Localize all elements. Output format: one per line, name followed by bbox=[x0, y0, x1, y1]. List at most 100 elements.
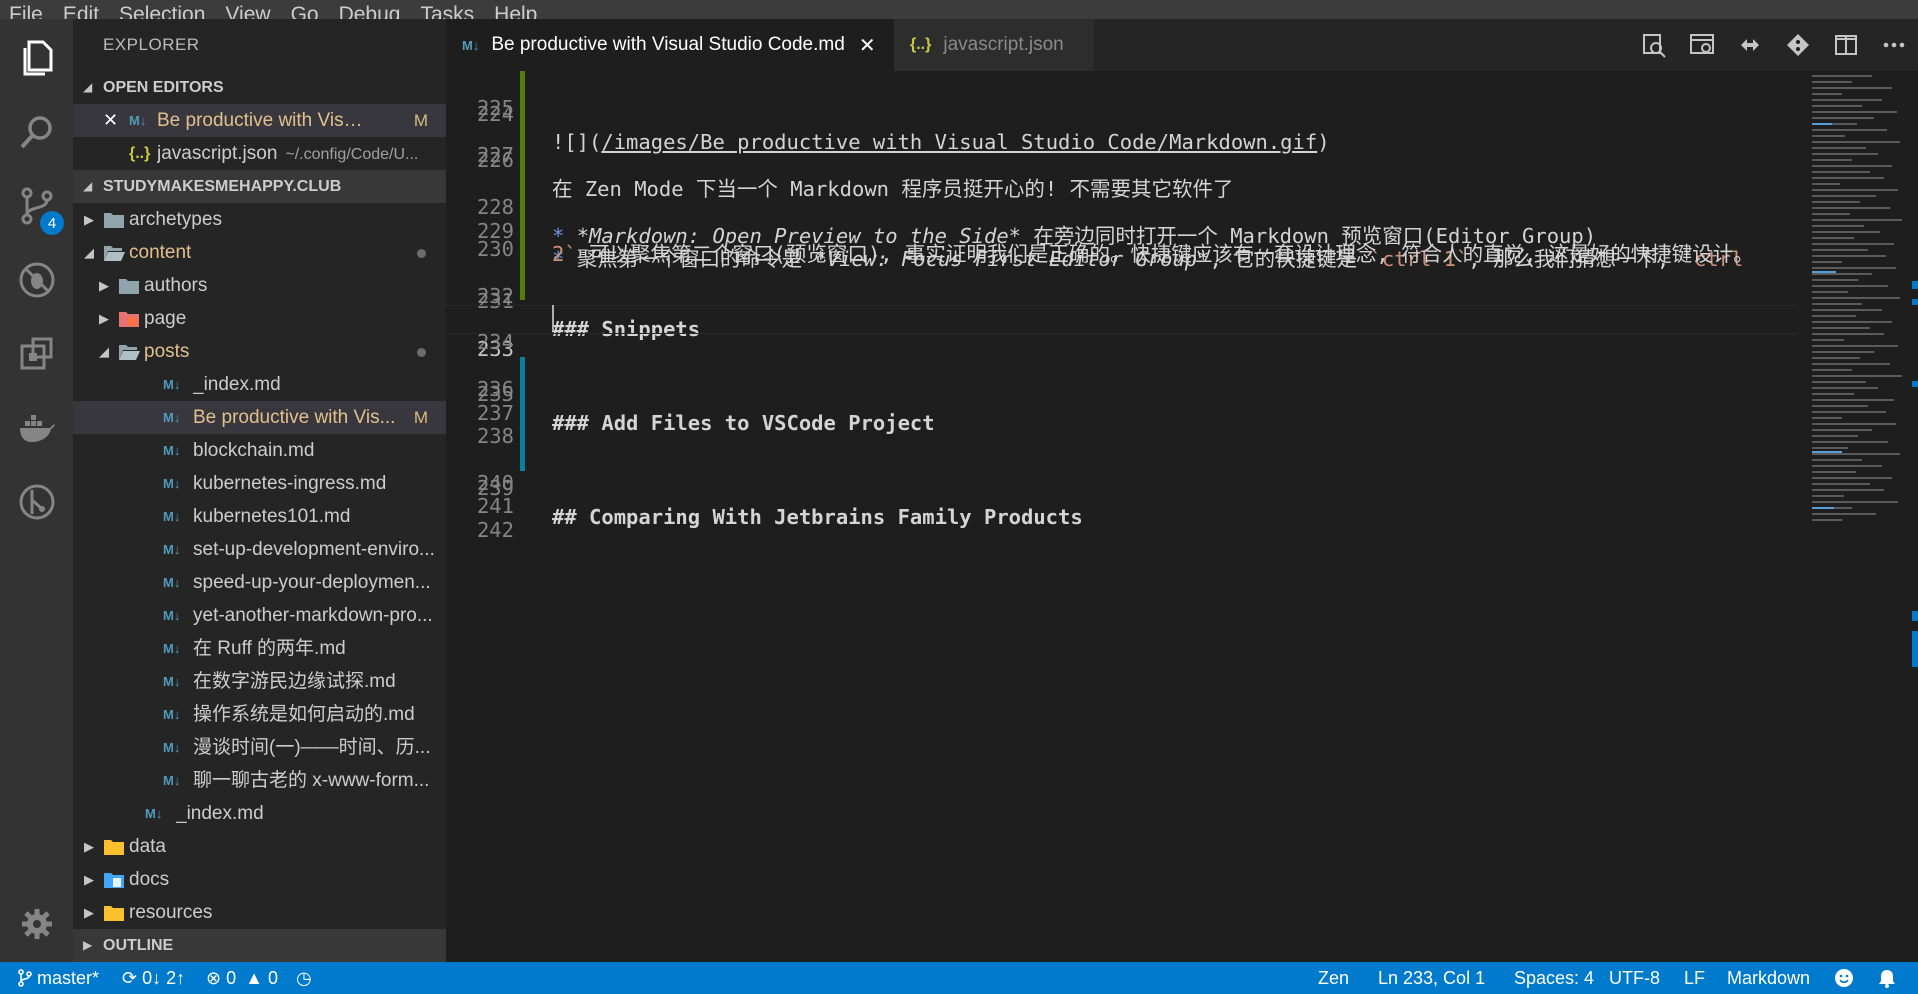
explorer-sidebar: EXPLORER ◢ OPEN EDITORS ✕ M↓ Be producti… bbox=[73, 19, 446, 962]
chevron-right-icon: ▶ bbox=[84, 872, 94, 887]
cursor-position[interactable]: Ln 233, Col 1 bbox=[1378, 962, 1485, 994]
error-icon: ⊗ bbox=[206, 968, 222, 988]
markdown-icon: M↓ bbox=[163, 476, 181, 491]
extensions-icon[interactable] bbox=[0, 319, 73, 389]
tree-file[interactable]: M↓ yet-another-markdown-pro... bbox=[73, 599, 446, 632]
tree-file[interactable]: M↓ _index.md bbox=[73, 368, 446, 401]
markdown-icon: M↓ bbox=[163, 773, 181, 788]
markdown-icon: M↓ bbox=[163, 641, 181, 656]
open-preview-icon[interactable] bbox=[1630, 19, 1678, 71]
tree-folder-authors[interactable]: ▶ authors bbox=[73, 269, 446, 302]
tree-folder-page[interactable]: ▶ page bbox=[73, 302, 446, 335]
tree-folder-docs[interactable]: ▶ docs bbox=[73, 863, 446, 896]
outline-header[interactable]: ▶ OUTLINE bbox=[73, 929, 446, 962]
sync-status[interactable]: ⟳ 0↓ 2↑ bbox=[122, 962, 185, 994]
docker-icon[interactable] bbox=[0, 393, 73, 463]
markdown-icon: M↓ bbox=[163, 740, 181, 755]
chevron-down-icon: ◢ bbox=[84, 245, 94, 260]
problems-status[interactable]: ⊗ 0 ▲ 0 bbox=[206, 962, 278, 994]
branch-status[interactable]: master* bbox=[18, 962, 99, 994]
language-mode[interactable]: Markdown bbox=[1727, 962, 1810, 994]
menu-debug[interactable]: Debug bbox=[339, 4, 401, 19]
folder-open-icon bbox=[104, 246, 125, 261]
tree-folder-content[interactable]: ◢ content bbox=[73, 236, 446, 269]
scrollbar-marker bbox=[1912, 631, 1918, 667]
folder-open-icon bbox=[119, 345, 140, 360]
menu-tasks[interactable]: Tasks bbox=[420, 4, 474, 19]
compare-changes-icon[interactable] bbox=[1726, 19, 1774, 71]
chevron-right-icon: ▶ bbox=[84, 839, 94, 854]
tree-file[interactable]: M↓ 聊一聊古老的 x-www-form... bbox=[73, 764, 446, 797]
minimap[interactable] bbox=[1810, 71, 1906, 962]
chevron-right-icon: ▶ bbox=[83, 938, 93, 952]
debug-icon[interactable] bbox=[0, 245, 73, 315]
code-line: 242 bbox=[476, 517, 514, 542]
explorer-icon[interactable] bbox=[0, 23, 73, 93]
git-branch-icon bbox=[18, 969, 32, 987]
feedback-smiley-icon[interactable] bbox=[1834, 962, 1854, 994]
zen-mode-status[interactable]: Zen bbox=[1318, 962, 1349, 994]
workspace-header[interactable]: ◢ STUDYMAKESMEHAPPY.CLUB bbox=[73, 170, 446, 203]
text-cursor bbox=[552, 305, 554, 331]
open-file-git-icon[interactable] bbox=[1774, 19, 1822, 71]
markdown-icon: M↓ bbox=[129, 113, 147, 128]
notifications-bell-icon[interactable] bbox=[1878, 962, 1896, 994]
scrollbar-marker bbox=[1912, 381, 1918, 387]
tab-inactive[interactable]: {..} javascript.json bbox=[894, 19, 1094, 71]
tree-file[interactable]: M↓ set-up-development-enviro... bbox=[73, 533, 446, 566]
editor[interactable]: 224 ![](/images/Be productive with Visua… bbox=[446, 71, 1918, 962]
markdown-icon: M↓ bbox=[163, 674, 181, 689]
open-editors-header[interactable]: ◢ OPEN EDITORS bbox=[73, 71, 446, 104]
tree-file-selected[interactable]: M↓ Be productive with Vis... M bbox=[73, 401, 446, 434]
tree-file[interactable]: M↓ speed-up-your-deploymen... bbox=[73, 566, 446, 599]
open-editor-item[interactable]: {..} javascript.json ~/.config/Code/U... bbox=[73, 137, 446, 170]
split-editor-icon[interactable] bbox=[1822, 19, 1870, 71]
menu-edit[interactable]: Edit bbox=[63, 4, 99, 19]
tree-folder-posts[interactable]: ◢ posts bbox=[73, 335, 446, 368]
tab-active[interactable]: M↓ Be productive with Visual Studio Code… bbox=[446, 19, 894, 71]
markdown-icon: M↓ bbox=[145, 806, 163, 821]
editor-tab-bar: M↓ Be productive with Visual Studio Code… bbox=[446, 19, 1918, 71]
chevron-right-icon: ▶ bbox=[84, 212, 94, 227]
tree-file[interactable]: M↓ blockchain.md bbox=[73, 434, 446, 467]
modified-flag: M bbox=[413, 111, 428, 130]
tree-file[interactable]: M↓ kubernetes-ingress.md bbox=[73, 467, 446, 500]
modified-dot bbox=[417, 249, 426, 258]
chevron-right-icon: ▶ bbox=[99, 278, 109, 293]
close-icon[interactable]: ✕ bbox=[103, 104, 118, 137]
menu-view[interactable]: View bbox=[225, 4, 270, 19]
status-bar: master* ⟳ 0↓ 2↑ ⊗ 0 ▲ 0 ◷ Zen Ln 233, Co… bbox=[0, 962, 1918, 994]
tree-file[interactable]: M↓ 在数字游民边缘试探.md bbox=[73, 665, 446, 698]
tree-file[interactable]: M↓ _index.md bbox=[73, 797, 446, 830]
close-icon[interactable]: ✕ bbox=[859, 33, 876, 58]
menu-help[interactable]: Help bbox=[494, 4, 537, 19]
json-icon: {..} bbox=[129, 145, 151, 162]
source-control-icon[interactable]: 4 bbox=[0, 171, 73, 241]
chevron-right-icon: ▶ bbox=[99, 311, 109, 326]
tree-folder-resources[interactable]: ▶ resources bbox=[73, 896, 446, 929]
gitlens-icon[interactable] bbox=[0, 467, 73, 537]
menu-file[interactable]: File bbox=[9, 4, 43, 19]
open-editor-item[interactable]: ✕ M↓ Be productive with Visual ... M bbox=[73, 104, 446, 137]
tree-folder-archetypes[interactable]: ▶ archetypes bbox=[73, 203, 446, 236]
chevron-down-icon: ◢ bbox=[83, 179, 93, 193]
tree-file[interactable]: M↓ 在 Ruff 的两年.md bbox=[73, 632, 446, 665]
encoding-status[interactable]: UTF-8 bbox=[1609, 962, 1660, 994]
search-icon[interactable] bbox=[0, 97, 73, 167]
tree-file[interactable]: M↓ 漫谈时间(一)——时间、历... bbox=[73, 731, 446, 764]
markdown-icon: M↓ bbox=[163, 707, 181, 722]
indentation-status[interactable]: Spaces: 4 bbox=[1514, 962, 1594, 994]
menu-go[interactable]: Go bbox=[291, 4, 319, 19]
modified-flag: M bbox=[413, 408, 428, 427]
warning-icon: ▲ bbox=[245, 968, 263, 988]
preview-side-icon[interactable] bbox=[1678, 19, 1726, 71]
tree-folder-data[interactable]: ▶ data bbox=[73, 830, 446, 863]
tree-file[interactable]: M↓ kubernetes101.md bbox=[73, 500, 446, 533]
settings-gear-icon[interactable] bbox=[0, 889, 73, 959]
menu-selection[interactable]: Selection bbox=[119, 4, 205, 19]
history-icon[interactable]: ◷ bbox=[296, 962, 312, 994]
more-actions-icon[interactable] bbox=[1870, 19, 1918, 71]
markdown-icon: M↓ bbox=[163, 608, 181, 623]
eol-status[interactable]: LF bbox=[1684, 962, 1705, 994]
tree-file[interactable]: M↓ 操作系统是如何启动的.md bbox=[73, 698, 446, 731]
